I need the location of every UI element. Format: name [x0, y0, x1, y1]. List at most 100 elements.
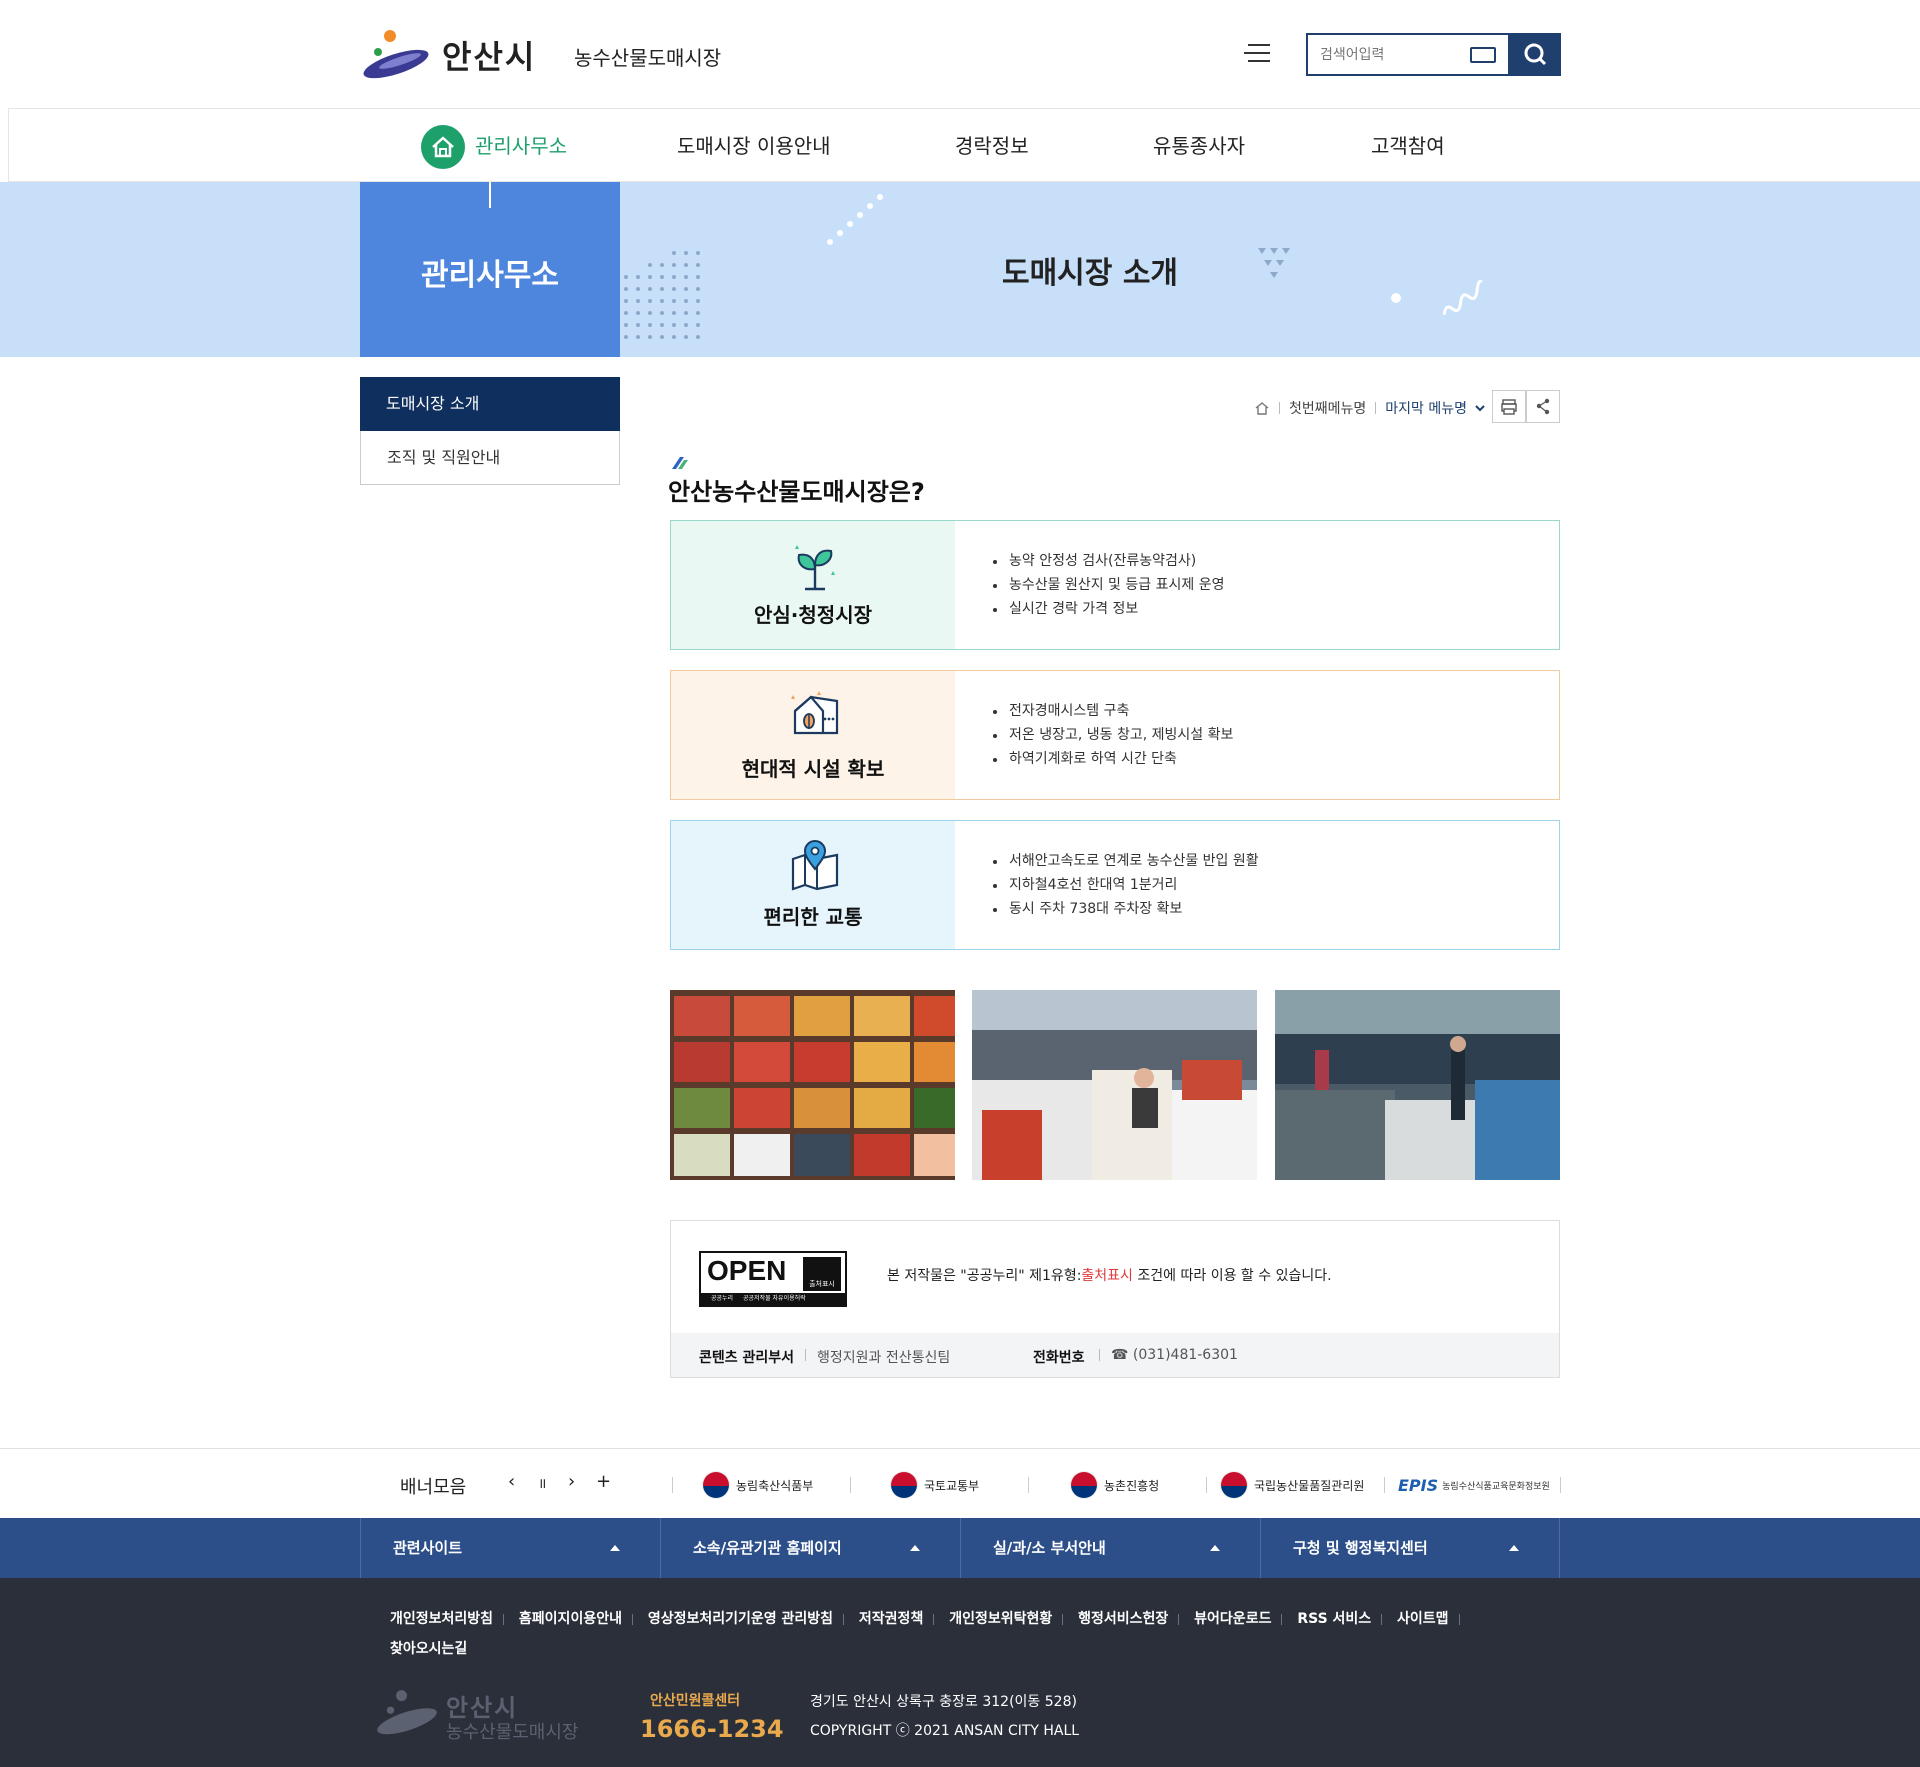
breadcrumb-first[interactable]: 첫번째메뉴명: [1289, 398, 1366, 418]
feature-transport: 편리한 교통 서해안고속도로 연계로 농수산물 반입 원활 지하철4호선 한대역…: [670, 820, 1560, 950]
banner-naqs[interactable]: 국립농산물품질관리원: [1220, 1471, 1364, 1499]
license-text: 본 저작물은 "공공누리" 제1유형:출처표시 조건에 따라 이용 할 수 있습…: [887, 1268, 1332, 1284]
breadcrumb-last[interactable]: 마지막 메뉴명: [1385, 398, 1467, 418]
footer-address: 경기도 안산시 상록구 충장로 312(이동 528): [810, 1694, 1077, 1710]
print-button[interactable]: [1492, 390, 1526, 423]
taeguk-icon: [1220, 1471, 1248, 1499]
arrow-up-icon: [910, 1545, 920, 1551]
list-item: 서해안고속도로 연계로 농수산물 반입 원활: [993, 849, 1259, 873]
lnb-item-org[interactable]: 조직 및 직원안내: [360, 431, 620, 485]
footer-copyright: COPYRIGHT ⓒ 2021 ANSAN CITY HALL: [810, 1723, 1080, 1739]
footer-link[interactable]: 찾아오시는길: [390, 1641, 467, 1657]
page-title: 도매시장 소개: [1001, 256, 1179, 291]
feature-title: 현대적 시설 확보: [741, 757, 885, 781]
list-item: 지하철4호선 한대역 1분거리: [993, 873, 1259, 897]
global-nav: 관리사무소 도매시장 이용안내 경락정보 유통종사자 고객참여: [8, 108, 1920, 182]
footer-link[interactable]: 개인정보위탁현황: [949, 1611, 1052, 1627]
banner-more-button[interactable]: +: [596, 1471, 611, 1492]
kogl-badge: 출처표시: [803, 1257, 841, 1291]
keyboard-icon[interactable]: [1470, 47, 1496, 63]
arrow-up-icon: [1210, 1545, 1220, 1551]
dept-label: 콘텐츠 관리부서: [699, 1350, 795, 1366]
dept-value: 행정지원과 전산통신팀: [817, 1350, 951, 1366]
banner-epis[interactable]: EPIS 농림수산식품교육문화정보원: [1398, 1471, 1550, 1499]
footer-link[interactable]: 저작권정책: [859, 1611, 923, 1627]
kogl-open-text: OPEN: [707, 1255, 787, 1286]
list-item: 전자경매시스템 구축: [993, 699, 1233, 723]
footer-logo-icon: [377, 1690, 437, 1735]
kogl-caption-bar: 공공누리 공공저작물 자유이용허락: [701, 1293, 845, 1305]
banner-label: 배너모음: [400, 1477, 467, 1498]
search-input[interactable]: [1320, 43, 1460, 67]
phone-value: ☎ (031)481-6301: [1111, 1347, 1238, 1363]
local-nav: 도매시장 소개 조직 및 직원안내: [360, 377, 620, 485]
banner-rda[interactable]: 농촌진흥청: [1070, 1471, 1159, 1499]
logo-city-name[interactable]: 안산시: [442, 32, 536, 78]
arrow-up-icon: [610, 1545, 620, 1551]
lnb-item-intro[interactable]: 도매시장 소개: [360, 377, 620, 431]
footer-link[interactable]: 행정서비스헌장: [1078, 1611, 1168, 1627]
footer-district-offices[interactable]: 구청 및 행정복지센터: [1260, 1518, 1560, 1578]
home-icon[interactable]: [421, 125, 465, 169]
gnb-item-office[interactable]: 관리사무소: [475, 109, 567, 183]
chevron-down-icon[interactable]: [1473, 403, 1487, 413]
footer-link[interactable]: RSS 서비스: [1297, 1611, 1371, 1627]
list-item: 저온 냉장고, 냉동 창고, 제빙시설 확보: [993, 723, 1233, 747]
share-button[interactable]: [1526, 390, 1560, 423]
footer-policy-links: 개인정보처리방침 홈페이지이용안내 영상정보처리기기운영 관리방침 저작권정책 …: [390, 1604, 1510, 1664]
feature-list: 농약 안정성 검사(잔류농약검사) 농수산물 원산지 및 등급 표시제 운영 실…: [993, 549, 1224, 621]
list-item: 하역기계화로 하역 시간 단축: [993, 747, 1233, 771]
photo-fruit-stall: [670, 990, 955, 1180]
footer-link[interactable]: 영상정보처리기기운영 관리방침: [648, 1611, 833, 1627]
kogl-open-icon[interactable]: OPEN 출처표시 공공누리 공공저작물 자유이용허락: [699, 1251, 847, 1307]
section-heading: 안산농수산물도매시장은?: [668, 478, 925, 506]
city-logo-icon[interactable]: [360, 28, 432, 82]
footer-link[interactable]: 개인정보처리방침: [390, 1611, 493, 1627]
banner-prev-button[interactable]: ‹: [508, 1471, 515, 1492]
section-title: 관리사무소: [421, 258, 559, 293]
banner-pause-button[interactable]: ॥: [538, 1474, 546, 1493]
call-center-label: 안산민원콜센터: [650, 1693, 741, 1709]
search-icon: [1524, 43, 1547, 66]
phone-label: 전화번호: [1033, 1350, 1085, 1366]
print-icon: [1501, 399, 1517, 415]
map-pin-icon: [791, 840, 839, 891]
banner-molit[interactable]: 국토교통부: [890, 1471, 979, 1499]
menu-icon[interactable]: [1244, 44, 1270, 62]
feature-title: 편리한 교통: [763, 905, 863, 929]
list-item: 실시간 경락 가격 정보: [993, 597, 1224, 621]
kogl-caption1: 공공누리: [711, 1295, 734, 1302]
epis-logo: EPIS: [1398, 1475, 1439, 1495]
footer-link[interactable]: 뷰어다운로드: [1194, 1611, 1271, 1627]
footer-link[interactable]: 사이트맵: [1397, 1611, 1449, 1627]
taeguk-icon: [702, 1471, 730, 1499]
home-icon[interactable]: [1254, 401, 1270, 415]
footer-link[interactable]: 홈페이지이용안내: [519, 1611, 622, 1627]
license-box: OPEN 출처표시 공공누리 공공저작물 자유이용허락 본 저작물은 "공공누리…: [670, 1220, 1560, 1378]
taeguk-icon: [1070, 1471, 1098, 1499]
footer-related-sites[interactable]: 관련사이트: [360, 1518, 660, 1578]
share-icon: [1536, 398, 1550, 415]
footer-logo-sub: 농수산물도매시장: [446, 1722, 579, 1743]
search-box: [1306, 33, 1510, 76]
gnb-item-customer[interactable]: 고객참여: [1371, 109, 1445, 183]
breadcrumb: 첫번째메뉴명 마지막 메뉴명: [1254, 392, 1487, 424]
footer-site-links: 관련사이트 소속/유관기관 홈페이지 실/과/소 부서안내 구청 및 행정복지센…: [0, 1518, 1920, 1578]
feature-modern-facility: 현대적 시설 확보 전자경매시스템 구축 저온 냉장고, 냉동 창고, 제빙시설…: [670, 670, 1560, 800]
content-manager-info: 콘텐츠 관리부서 행정지원과 전산통신팀 전화번호 ☎ (031)481-630…: [671, 1333, 1559, 1377]
feature-list: 전자경매시스템 구축 저온 냉장고, 냉동 창고, 제빙시설 확보 하역기계화로…: [993, 699, 1233, 771]
kogl-badge-text: 출처표시: [809, 1280, 835, 1288]
gnb-item-guide[interactable]: 도매시장 이용안내: [677, 109, 831, 183]
arrow-up-icon: [1509, 1545, 1519, 1551]
logo-subtitle[interactable]: 농수산물도매시장: [574, 42, 721, 71]
footer-affiliated-sites[interactable]: 소속/유관기관 홈페이지: [660, 1518, 960, 1578]
banner-mafra[interactable]: 농림축산식품부: [702, 1471, 813, 1499]
search-button[interactable]: [1510, 33, 1561, 76]
banner-next-button[interactable]: ›: [568, 1471, 575, 1492]
photo-seafood-market: [1275, 990, 1560, 1180]
gnb-item-distributors[interactable]: 유통종사자: [1153, 109, 1245, 183]
taeguk-icon: [890, 1471, 918, 1499]
list-item: 농수산물 원산지 및 등급 표시제 운영: [993, 573, 1224, 597]
gnb-item-auction[interactable]: 경락정보: [955, 109, 1029, 183]
footer-departments[interactable]: 실/과/소 부서안내: [960, 1518, 1260, 1578]
